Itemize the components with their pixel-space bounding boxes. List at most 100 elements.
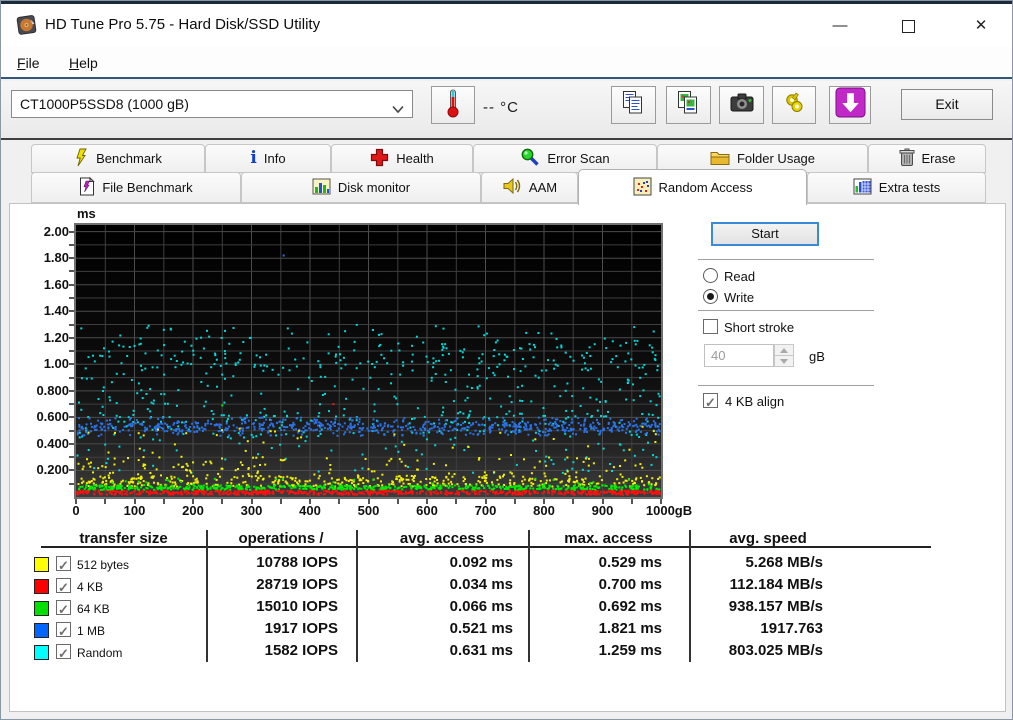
series-color-swatch xyxy=(34,601,49,616)
close-button[interactable]: ✕ xyxy=(964,11,998,41)
x-axis-tick xyxy=(221,499,223,504)
short-stroke-size-input[interactable]: 40 xyxy=(704,344,774,367)
y-axis-tick-label: 0.800 xyxy=(25,383,69,399)
avg-speed-cell: 803.025 MB/s xyxy=(689,642,931,662)
thermometer-icon xyxy=(445,88,461,123)
copy-text-button[interactable] xyxy=(611,86,656,124)
series-checkbox[interactable] xyxy=(56,578,71,593)
folder-icon xyxy=(710,149,730,169)
operations-cell: 15010 IOPS xyxy=(206,598,356,618)
options-button[interactable] xyxy=(772,86,816,124)
y-axis-tick xyxy=(69,270,74,272)
camera-icon xyxy=(729,92,755,119)
series-checkbox[interactable] xyxy=(56,600,71,615)
tab-file-benchmark[interactable]: File Benchmark xyxy=(31,172,241,203)
y-axis-tick-label: 1.20 xyxy=(25,330,69,346)
series-color-swatch xyxy=(34,579,49,594)
x-axis-tick-label: 100 xyxy=(124,503,146,518)
y-axis-tick-label: 1.40 xyxy=(25,303,69,319)
y-axis-tick xyxy=(69,363,74,365)
menu-file[interactable]: File xyxy=(11,53,46,73)
series-checkbox[interactable] xyxy=(56,644,71,659)
tab-aam[interactable]: AAM xyxy=(481,172,578,203)
operations-cell: 1582 IOPS xyxy=(206,642,356,662)
stroke-size-unit-label: gB xyxy=(809,349,825,364)
read-radio[interactable] xyxy=(703,268,718,283)
y-axis-tick xyxy=(69,231,74,233)
spin-up-icon xyxy=(780,348,788,353)
tab-random-access[interactable]: Random Access xyxy=(578,169,807,205)
maximize-button[interactable] xyxy=(891,11,925,41)
temperature-button[interactable] xyxy=(431,86,475,124)
health-cross-icon xyxy=(370,148,389,170)
x-axis-tick xyxy=(514,499,516,504)
x-axis-tick-label: 500 xyxy=(358,503,380,518)
download-arrow-icon xyxy=(835,87,866,123)
x-axis-tick xyxy=(309,499,311,504)
x-axis-tick-label: 900 xyxy=(592,503,614,518)
y-axis-tick xyxy=(69,244,74,246)
series-color-swatch xyxy=(34,623,49,638)
tab-extra-tests[interactable]: Extra tests xyxy=(807,172,986,203)
scatter-icon xyxy=(633,177,652,199)
menu-help[interactable]: Help xyxy=(63,53,104,73)
short-stroke-checkbox[interactable] xyxy=(703,319,718,334)
close-icon: ✕ xyxy=(975,17,988,34)
x-axis-tick xyxy=(543,499,545,504)
y-axis-tick xyxy=(69,377,74,379)
x-axis-tick xyxy=(104,499,106,504)
drive-selector-value: CT1000P5SSD8 (1000 gB) xyxy=(20,96,189,112)
exit-button[interactable]: Exit xyxy=(901,89,993,120)
x-axis-tick xyxy=(251,499,253,504)
speaker-icon xyxy=(502,177,522,198)
x-axis-tick-label: 800 xyxy=(533,503,555,518)
x-axis-tick xyxy=(134,499,136,504)
update-button[interactable] xyxy=(829,86,871,124)
tab-disk-monitor[interactable]: Disk monitor xyxy=(241,172,481,203)
avg-speed-cell: 938.157 MB/s xyxy=(689,598,931,618)
access-time-scatter-plot xyxy=(74,223,663,499)
max-access-cell: 1.259 ms xyxy=(528,642,689,662)
toolbar: CT1000P5SSD8 (1000 gB) -- °C xyxy=(1,81,1013,140)
x-axis-tick-label: 400 xyxy=(299,503,321,518)
tab-info[interactable]: i Info xyxy=(205,144,331,173)
transfer-size-label: 512 bytes xyxy=(77,558,129,572)
tab-error-scan-label: Error Scan xyxy=(547,151,609,166)
write-radio[interactable] xyxy=(703,289,718,304)
info-icon: i xyxy=(250,150,256,167)
tab-folder-usage-label: Folder Usage xyxy=(737,151,815,166)
stroke-size-down-button[interactable] xyxy=(774,355,794,367)
tab-health[interactable]: Health xyxy=(331,144,473,173)
tab-erase[interactable]: Erase xyxy=(868,144,986,173)
minimize-button[interactable]: — xyxy=(823,11,857,41)
avg-access-cell: 0.092 ms xyxy=(356,554,528,574)
col-header-transfer-size: transfer size xyxy=(41,530,206,547)
group-separator xyxy=(698,385,874,386)
x-axis-tick xyxy=(602,499,604,504)
y-axis-tick-label: 0.400 xyxy=(25,436,69,452)
y-axis-tick xyxy=(69,337,74,339)
maximize-icon xyxy=(902,20,915,33)
start-button[interactable]: Start xyxy=(711,222,819,246)
tab-health-label: Health xyxy=(396,151,434,166)
copy-text-icon xyxy=(621,90,646,121)
transfer-size-label: 1 MB xyxy=(77,624,105,638)
screenshot-button[interactable] xyxy=(719,86,764,124)
tab-benchmark[interactable]: Benchmark xyxy=(31,144,205,173)
transfer-size-label: 4 KB xyxy=(77,580,103,594)
series-checkbox[interactable] xyxy=(56,556,71,571)
trash-icon xyxy=(899,148,915,170)
copy-image-button[interactable] xyxy=(666,86,711,124)
y-axis-tick xyxy=(69,456,74,458)
x-axis-tick xyxy=(338,499,340,504)
drive-selector[interactable]: CT1000P5SSD8 (1000 gB) xyxy=(11,90,413,118)
col-header-avg-access: avg. access xyxy=(356,530,528,547)
tab-aam-label: AAM xyxy=(529,180,557,195)
bar-chart-icon xyxy=(312,178,331,198)
tab-extra-tests-label: Extra tests xyxy=(879,180,940,195)
col-header-max-access: max. access xyxy=(528,530,689,547)
series-checkbox[interactable] xyxy=(56,622,71,637)
y-axis-tick xyxy=(69,416,74,418)
align-4kb-checkbox[interactable] xyxy=(703,393,718,408)
group-separator xyxy=(698,259,874,260)
